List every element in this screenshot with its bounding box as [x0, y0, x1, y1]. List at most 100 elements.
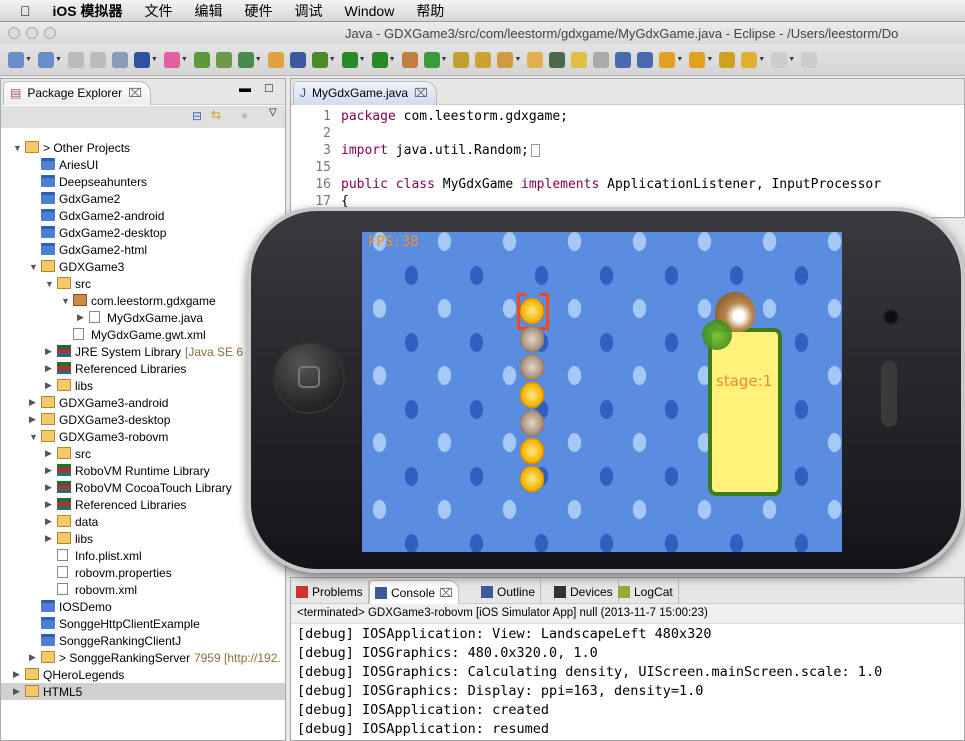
android-sdk-icon[interactable] — [193, 51, 210, 68]
expanded-arrow-icon[interactable]: ▼ — [29, 262, 38, 272]
tree-item[interactable]: IOSDemo — [1, 598, 285, 615]
tree-item[interactable]: ▼ GDXGame3 — [1, 258, 285, 275]
collapsed-arrow-icon[interactable]: ▶ — [45, 516, 52, 527]
close-icon[interactable]: ⌧ — [128, 86, 142, 105]
link-with-editor-icon[interactable]: ⇆ — [211, 108, 221, 122]
collapsed-arrow-icon[interactable]: ▶ — [45, 499, 52, 510]
folded-code-marker[interactable] — [530, 144, 540, 157]
new-file-icon[interactable] — [37, 51, 54, 68]
tree-item[interactable]: robovm.xml — [1, 581, 285, 598]
dropdown-arrow-icon[interactable]: ▼ — [514, 56, 521, 63]
new-package-icon[interactable] — [401, 51, 418, 68]
search-icon[interactable] — [497, 51, 514, 68]
collapsed-arrow-icon[interactable]: ▶ — [13, 669, 20, 680]
menu-window[interactable]: Window — [345, 3, 395, 19]
dropdown-arrow-icon[interactable]: ▼ — [55, 56, 62, 63]
tree-item[interactable]: ▶ HTML5 — [1, 683, 285, 700]
save-icon[interactable] — [67, 51, 84, 68]
minimize-window-button[interactable] — [26, 27, 38, 39]
menu-app[interactable]: iOS 模拟器 — [53, 1, 123, 21]
collapsed-arrow-icon[interactable]: ▶ — [29, 414, 36, 425]
tree-item[interactable]: ▶ RoboVM Runtime Library — [1, 462, 285, 479]
save-all-icon[interactable] — [89, 51, 106, 68]
dropdown-arrow-icon[interactable]: ▼ — [441, 56, 448, 63]
run-external-icon[interactable] — [371, 51, 388, 68]
collapsed-arrow-icon[interactable]: ▶ — [29, 652, 36, 663]
tab-logcat[interactable]: LogCat — [613, 580, 679, 604]
dropdown-arrow-icon[interactable]: ▼ — [255, 56, 262, 63]
tree-item[interactable]: AriesUI — [1, 156, 285, 173]
back-icon[interactable] — [741, 51, 758, 68]
dropdown-arrow-icon[interactable]: ▼ — [329, 56, 336, 63]
game-screen[interactable]: FPS:38 stage:1 — [362, 232, 842, 552]
collapsed-arrow-icon[interactable]: ▶ — [77, 312, 84, 323]
tab-problems[interactable]: Problems — [291, 580, 369, 604]
dropdown-arrow-icon[interactable]: ▼ — [788, 56, 795, 63]
tab-outline[interactable]: Outline — [476, 580, 542, 604]
expanded-arrow-icon[interactable]: ▼ — [61, 296, 70, 306]
collapsed-arrow-icon[interactable]: ▶ — [29, 397, 36, 408]
dropdown-arrow-icon[interactable]: ▼ — [706, 56, 713, 63]
tree-item[interactable]: ▼ GDXGame3-robovm — [1, 428, 285, 445]
tree-item[interactable]: ▶ Referenced Libraries — [1, 496, 285, 513]
new-java-icon[interactable] — [267, 51, 284, 68]
dropdown-arrow-icon[interactable]: ▼ — [758, 56, 765, 63]
expanded-arrow-icon[interactable]: ▼ — [13, 143, 22, 153]
tree-item[interactable]: ▶ RoboVM CocoaTouch Library — [1, 479, 285, 496]
stone-coin[interactable] — [520, 354, 544, 380]
tree-item[interactable]: MyGdxGame.gwt.xml — [1, 326, 285, 343]
stone-coin[interactable] — [520, 410, 544, 436]
tab-console[interactable]: Console ⌧ — [369, 580, 459, 604]
tree-item[interactable]: GdxGame2-html — [1, 241, 285, 258]
android-avd-icon[interactable] — [215, 51, 232, 68]
google-icon[interactable] — [133, 51, 150, 68]
task-icon[interactable] — [237, 51, 254, 68]
dropdown-arrow-icon[interactable]: ▼ — [25, 56, 32, 63]
collapsed-arrow-icon[interactable]: ▶ — [13, 686, 20, 697]
tree-item[interactable]: robovm.properties — [1, 564, 285, 581]
dropdown-arrow-icon[interactable]: ▼ — [676, 56, 683, 63]
open-task-icon[interactable] — [475, 51, 492, 68]
dropdown-arrow-icon[interactable]: ▼ — [359, 56, 366, 63]
prev-annotation-icon[interactable] — [689, 51, 706, 68]
menu-file[interactable]: 文件 — [145, 1, 173, 21]
tab-mygdxgame-java[interactable]: J MyGdxGame.java ⌧ — [293, 81, 437, 105]
dropdown-arrow-icon[interactable]: ▼ — [181, 56, 188, 63]
tree-item[interactable]: ▶ libs — [1, 377, 285, 394]
gold-coin[interactable] — [520, 466, 544, 492]
gold-coin[interactable] — [520, 438, 544, 464]
close-window-button[interactable] — [8, 27, 20, 39]
tree-item[interactable]: Deepseahunters — [1, 173, 285, 190]
collapsed-arrow-icon[interactable]: ▶ — [45, 448, 52, 459]
minimize-view-icon[interactable]: ▬ — [239, 81, 251, 95]
skip-breakpoints-icon[interactable] — [289, 51, 306, 68]
tree-item[interactable]: GdxGame2-android — [1, 207, 285, 224]
tree-item[interactable]: SonggeRankingClientJ — [1, 632, 285, 649]
forward-icon[interactable] — [771, 51, 788, 68]
close-icon[interactable]: ⌧ — [414, 86, 428, 105]
tree-item[interactable]: ▶ QHeroLegends — [1, 666, 285, 683]
menu-help[interactable]: 帮助 — [416, 1, 444, 21]
tree-item[interactable]: ▶ GDXGame3-desktop — [1, 411, 285, 428]
menu-debug[interactable]: 调试 — [295, 1, 323, 21]
maximize-view-icon[interactable]: □ — [265, 80, 273, 95]
collapsed-arrow-icon[interactable]: ▶ — [45, 482, 52, 493]
tree-item[interactable]: ▶ MyGdxGame.java — [1, 309, 285, 326]
tree-item[interactable]: ▼ > Other Projects — [1, 139, 285, 156]
tree-item[interactable]: GdxGame2-desktop — [1, 224, 285, 241]
new-class-icon[interactable] — [423, 51, 440, 68]
block-select-icon[interactable] — [615, 51, 632, 68]
tree-item[interactable]: Info.plist.xml — [1, 547, 285, 564]
close-icon[interactable]: ⌧ — [439, 586, 453, 600]
tree-item[interactable]: ▶ > SonggeRankingServer 7959 [http://192. — [1, 649, 285, 666]
tree-item[interactable]: ▶ JRE System Library [Java SE 6 (Ma — [1, 343, 285, 360]
collapsed-arrow-icon[interactable]: ▶ — [45, 380, 52, 391]
dropdown-arrow-icon[interactable]: ▼ — [151, 56, 158, 63]
run-icon[interactable] — [341, 51, 358, 68]
menu-edit[interactable]: 编辑 — [195, 1, 223, 21]
tree-item[interactable]: ▶ libs — [1, 530, 285, 547]
tree-item[interactable]: SonggeHttpClientExample — [1, 615, 285, 632]
print-icon[interactable] — [111, 51, 128, 68]
tab-devices[interactable]: Devices — [549, 580, 619, 604]
collapse-all-icon[interactable]: ⊟ — [192, 109, 202, 123]
